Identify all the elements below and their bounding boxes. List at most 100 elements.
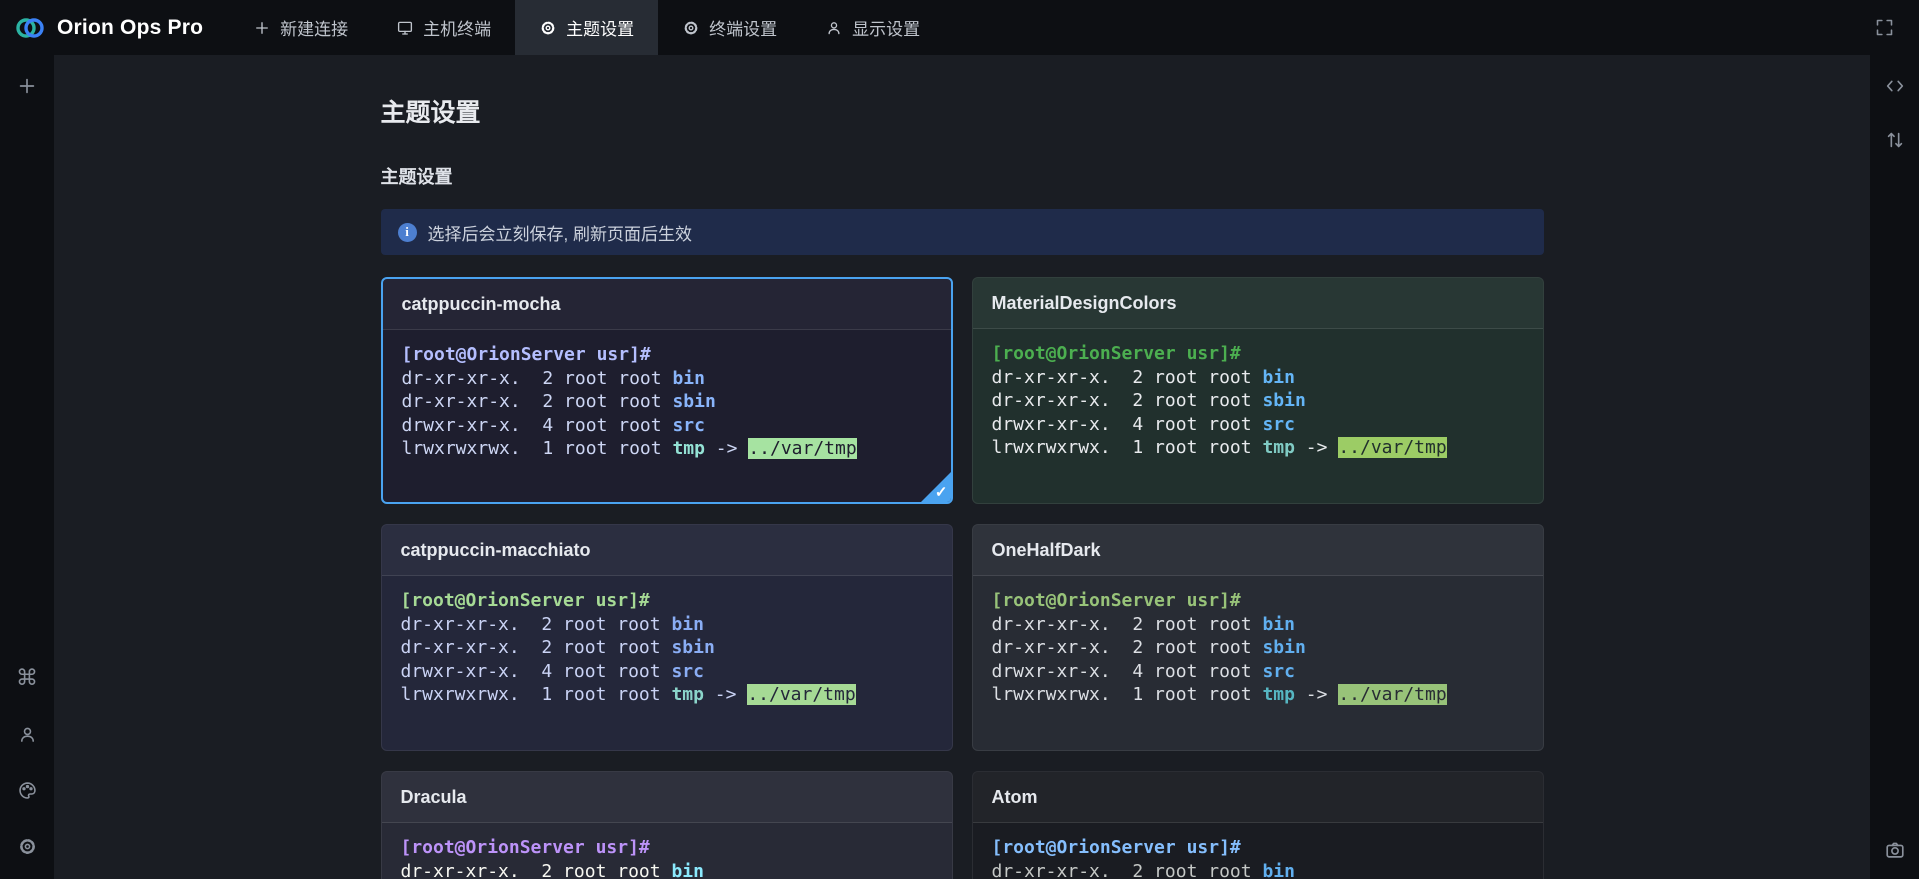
dir-name: bin	[671, 614, 704, 635]
terminal-prompt: [root@OrionServer usr]#	[401, 589, 933, 613]
nav-terminal-settings[interactable]: 终端设置	[658, 0, 801, 55]
dir-name: bin	[1262, 861, 1295, 879]
nav-display-settings[interactable]: 显示设置	[801, 0, 944, 55]
terminal-line: dr-xr-xr-x. 2 root root bin	[401, 613, 933, 637]
dir-name: src	[1262, 414, 1295, 435]
theme-name: catppuccin-macchiato	[401, 540, 591, 561]
dir-name: bin	[1262, 614, 1295, 635]
nav-label: 新建连接	[280, 15, 348, 40]
symlink-target: ../var/tmp	[748, 438, 856, 459]
screenshot-button[interactable]	[1882, 837, 1908, 863]
nav-label: 终端设置	[709, 15, 777, 40]
theme-gear-icon	[539, 19, 557, 37]
symlink-name: tmp	[671, 684, 704, 705]
terminal-line: lrwxrwxrwx. 1 root root tmp -> ../var/tm…	[401, 683, 933, 707]
gear-icon	[17, 836, 38, 857]
command-icon: ⌘	[16, 667, 38, 689]
terminal-line: drwxr-xr-x. 4 root root src	[401, 660, 933, 684]
theme-name: Atom	[992, 787, 1038, 808]
dir-name: bin	[671, 861, 704, 879]
nav-host-terminal[interactable]: 主机终端	[372, 0, 515, 55]
nav-new-connection[interactable]: 新建连接	[229, 0, 372, 55]
code-icon	[1884, 75, 1906, 97]
theme-card[interactable]: MaterialDesignColors [root@OrionServer u…	[972, 277, 1544, 504]
terminal-preview: [root@OrionServer usr]#dr-xr-xr-x. 2 roo…	[973, 576, 1543, 707]
info-alert: i 选择后会立刻保存, 刷新页面后生效	[381, 209, 1544, 255]
terminal-line: lrwxrwxrwx. 1 root root tmp -> ../var/tm…	[402, 437, 932, 461]
terminal-line: lrwxrwxrwx. 1 root root tmp -> ../var/tm…	[992, 436, 1524, 460]
theme-name: catppuccin-mocha	[402, 294, 561, 315]
theme-card-header: catppuccin-mocha	[383, 279, 951, 330]
theme-name: OneHalfDark	[992, 540, 1101, 561]
plus-icon	[253, 19, 271, 37]
fullscreen-button[interactable]	[1871, 15, 1897, 41]
terminal-preview: [root@OrionServer usr]#dr-xr-xr-x. 2 roo…	[382, 576, 952, 707]
theme-card[interactable]: OneHalfDark [root@OrionServer usr]#dr-xr…	[972, 524, 1544, 751]
terminal-prompt: [root@OrionServer usr]#	[402, 343, 932, 367]
nav-label: 主题设置	[566, 15, 634, 40]
user-icon	[17, 724, 38, 745]
dir-name: sbin	[1262, 390, 1305, 411]
terminal-preview: [root@OrionServer usr]#dr-xr-xr-x. 2 roo…	[382, 823, 952, 879]
page-title: 主题设置	[381, 93, 1544, 129]
add-button[interactable]	[14, 73, 40, 99]
terminal-line: dr-xr-xr-x. 2 root root bin	[402, 367, 932, 391]
dir-name: sbin	[672, 391, 715, 412]
theme-name: Dracula	[401, 787, 467, 808]
theme-card-header: Atom	[973, 772, 1543, 823]
theme-grid: catppuccin-mocha [root@OrionServer usr]#…	[381, 277, 1544, 879]
right-sidebar	[1870, 55, 1919, 879]
terminal-line: dr-xr-xr-x. 2 root root sbin	[992, 389, 1524, 413]
code-view-button[interactable]	[1882, 73, 1908, 99]
terminal-line: dr-xr-xr-x. 2 root root sbin	[402, 390, 932, 414]
camera-icon	[1884, 839, 1906, 861]
fullscreen-icon	[1874, 17, 1895, 38]
section-title: 主题设置	[381, 163, 1544, 189]
symlink-name: tmp	[1262, 437, 1295, 458]
symlink-name: tmp	[1262, 684, 1295, 705]
theme-card[interactable]: catppuccin-mocha [root@OrionServer usr]#…	[381, 277, 953, 504]
dir-name: bin	[1262, 367, 1295, 388]
theme-name: MaterialDesignColors	[992, 293, 1177, 314]
user-icon	[825, 19, 843, 37]
terminal-preview: [root@OrionServer usr]#dr-xr-xr-x. 2 roo…	[383, 330, 951, 461]
terminal-line: dr-xr-xr-x. 2 root root sbin	[992, 636, 1524, 660]
theme-card[interactable]: Atom [root@OrionServer usr]#dr-xr-xr-x. …	[972, 771, 1544, 879]
theme-card-header: catppuccin-macchiato	[382, 525, 952, 576]
terminal-prompt: [root@OrionServer usr]#	[401, 836, 933, 860]
nav-theme-settings[interactable]: 主题设置	[515, 0, 658, 55]
gear-icon	[682, 19, 700, 37]
theme-card[interactable]: Dracula [root@OrionServer usr]#dr-xr-xr-…	[381, 771, 953, 879]
symlink-name: tmp	[672, 438, 705, 459]
check-icon: ✓	[935, 483, 948, 501]
theme-card[interactable]: catppuccin-macchiato [root@OrionServer u…	[381, 524, 953, 751]
palette-icon	[17, 780, 38, 801]
symlink-target: ../var/tmp	[1338, 684, 1446, 705]
main-content: 主题设置 主题设置 i 选择后会立刻保存, 刷新页面后生效 catppuccin…	[54, 55, 1870, 879]
main-nav: 新建连接 主机终端 主题设置 终端设置 显示设置	[229, 0, 944, 55]
terminal-icon	[396, 19, 414, 37]
app-brand: Orion Ops Pro	[0, 0, 229, 55]
terminal-line: lrwxrwxrwx. 1 root root tmp -> ../var/tm…	[992, 683, 1524, 707]
dir-name: bin	[672, 368, 705, 389]
app-title: Orion Ops Pro	[57, 16, 203, 40]
profile-button[interactable]	[14, 721, 40, 747]
shortcut-button[interactable]: ⌘	[14, 665, 40, 691]
left-sidebar: ⌘	[0, 55, 54, 879]
theme-button[interactable]	[14, 777, 40, 803]
theme-card-header: MaterialDesignColors	[973, 278, 1543, 329]
dir-name: sbin	[671, 637, 714, 658]
nav-label: 显示设置	[852, 15, 920, 40]
sort-icon	[1884, 129, 1906, 151]
terminal-prompt: [root@OrionServer usr]#	[992, 836, 1524, 860]
terminal-line: dr-xr-xr-x. 2 root root sbin	[401, 636, 933, 660]
settings-button[interactable]	[14, 833, 40, 859]
dir-name: src	[672, 415, 705, 436]
dir-name: src	[1262, 661, 1295, 682]
sort-button[interactable]	[1882, 127, 1908, 153]
terminal-line: dr-xr-xr-x. 2 root root bin	[401, 860, 933, 879]
info-icon: i	[398, 223, 417, 242]
terminal-prompt: [root@OrionServer usr]#	[992, 342, 1524, 366]
theme-card-header: OneHalfDark	[973, 525, 1543, 576]
terminal-line: dr-xr-xr-x. 2 root root bin	[992, 860, 1524, 879]
